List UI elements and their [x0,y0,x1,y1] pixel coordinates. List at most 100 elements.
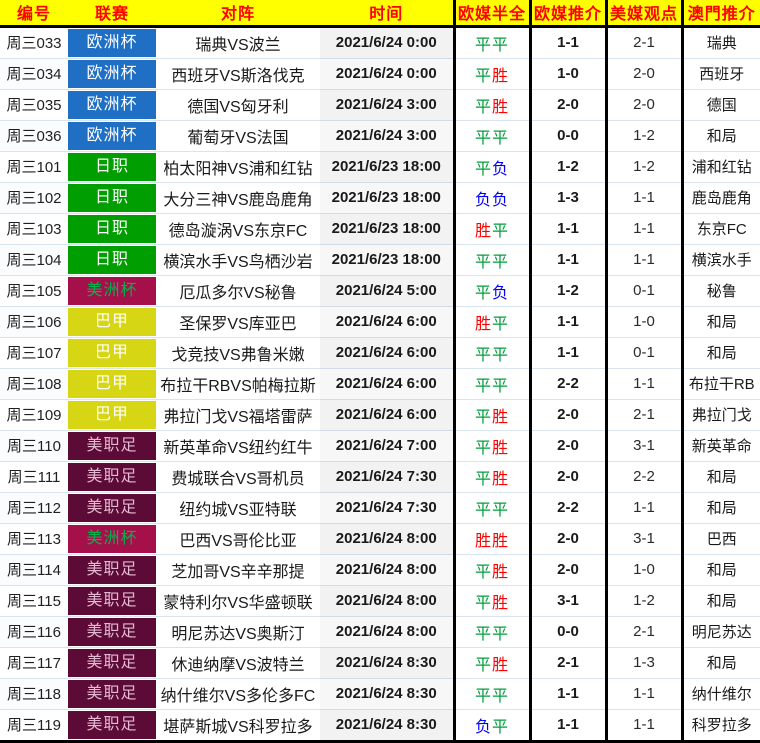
column-header-time[interactable]: 时间 [320,0,454,28]
cell-eu-halftime-fulltime: 平胜 [452,647,530,679]
cell-us-view: 1-2 [604,585,682,617]
result-token: 平 [492,377,510,395]
cell-macau-tip: 和局 [680,492,760,524]
cell-match: 葡萄牙VS法国 [156,120,320,152]
cell-league[interactable]: 巴甲 [68,337,156,369]
cell-league[interactable]: 欧洲杯 [68,120,156,152]
table-body: 周三033 欧洲杯 瑞典VS波兰 2021/6/24 0:00 平平 1-1 2-1 瑞典 周三… [0,26,760,743]
table-row[interactable]: 周三118 美职足 纳什维尔VS多伦多FC 2021/6/24 8:30 平平 1-1 1-… [0,678,760,710]
cell-league[interactable]: 美职足 [68,678,156,710]
column-header-eu-tip[interactable]: 欧媒推介 [528,0,606,28]
cell-league[interactable]: 美职足 [68,430,156,462]
table-row[interactable]: 周三103 日职 德岛漩涡VS东京FC 2021/6/23 18:00 胜平 1-1 1-1… [0,213,760,245]
cell-league[interactable]: 巴甲 [68,306,156,338]
table-row[interactable]: 周三034 欧洲杯 西班牙VS斯洛伐克 2021/6/24 0:00 平胜 1-0 2-0 西… [0,58,760,90]
table-row[interactable]: 周三109 巴甲 弗拉门戈VS福塔雷萨 2021/6/24 6:00 平胜 2-0 2-1 弗… [0,399,760,431]
cell-time: 2021/6/23 18:00 [320,213,454,245]
cell-macau-tip: 和局 [680,306,760,338]
cell-match: 新英革命VS纽约红牛 [156,430,320,462]
table-row[interactable]: 周三101 日职 柏太阳神VS浦和红钻 2021/6/23 18:00 平负 1-2 1-2… [0,151,760,183]
column-header-eu-halftime-fulltime[interactable]: 欧媒半全 [452,0,530,28]
cell-league[interactable]: 美职足 [68,585,156,617]
cell-league[interactable]: 欧洲杯 [68,58,156,90]
cell-eu-tip: 2-1 [528,647,606,679]
table-row[interactable]: 周三119 美职足 堪萨斯城VS科罗拉多 2021/6/24 8:30 负平 1-1 1-1… [0,709,760,743]
table-row[interactable]: 周三117 美职足 休迪纳摩VS波特兰 2021/6/24 8:30 平胜 2-1 1-3 和… [0,647,760,679]
cell-macau-tip: 和局 [680,120,760,152]
cell-eu-halftime-fulltime: 平负 [452,151,530,183]
column-header-macau-tip[interactable]: 澳門推介 [680,0,760,28]
cell-league[interactable]: 美职足 [68,492,156,524]
cell-eu-halftime-fulltime: 平平 [452,26,530,59]
table-row[interactable]: 周三035 欧洲杯 德国VS匈牙利 2021/6/24 3:00 平胜 2-0 2-0 德国 [0,89,760,121]
cell-league[interactable]: 欧洲杯 [68,26,156,59]
table-row[interactable]: 周三105 美洲杯 厄瓜多尔VS秘鲁 2021/6/24 5:00 平负 1-2 0-1 秘鲁 [0,275,760,307]
column-header-id[interactable]: 编号 [0,0,68,28]
cell-league[interactable]: 美职足 [68,554,156,586]
cell-match: 圣保罗VS库亚巴 [156,306,320,338]
cell-macau-tip: 和局 [680,585,760,617]
cell-us-view: 1-1 [604,244,682,276]
cell-macau-tip: 明尼苏达 [680,616,760,648]
cell-eu-halftime-fulltime: 胜平 [452,213,530,245]
cell-league[interactable]: 美洲杯 [68,523,156,555]
cell-id: 周三107 [0,337,68,369]
cell-match: 堪萨斯城VS科罗拉多 [156,709,320,743]
cell-time: 2021/6/24 8:00 [320,585,454,617]
table-row[interactable]: 周三033 欧洲杯 瑞典VS波兰 2021/6/24 0:00 平平 1-1 2-1 瑞典 [0,26,760,59]
table-row[interactable]: 周三113 美洲杯 巴西VS哥伦比亚 2021/6/24 8:00 胜胜 2-0 3-1 巴西 [0,523,760,555]
cell-id: 周三118 [0,678,68,710]
cell-match: 芝加哥VS辛辛那提 [156,554,320,586]
table-row[interactable]: 周三112 美职足 纽约城VS亚特联 2021/6/24 7:30 平平 2-2 1-1 和局 [0,492,760,524]
column-header-us-view[interactable]: 美媒观点 [604,0,682,28]
league-badge: 美职足 [68,617,156,646]
cell-league[interactable]: 日职 [68,244,156,276]
result-token: 胜 [474,222,492,240]
cell-macau-tip: 西班牙 [680,58,760,90]
cell-macau-tip: 纳什维尔 [680,678,760,710]
cell-league[interactable]: 美洲杯 [68,275,156,307]
cell-league[interactable]: 美职足 [68,709,156,743]
cell-eu-tip: 1-1 [528,213,606,245]
cell-league[interactable]: 日职 [68,151,156,183]
cell-league[interactable]: 日职 [68,182,156,214]
cell-time: 2021/6/24 6:00 [320,306,454,338]
table-row[interactable]: 周三036 欧洲杯 葡萄牙VS法国 2021/6/24 3:00 平平 0-0 1-2 和局 [0,120,760,152]
cell-macau-tip: 和局 [680,647,760,679]
table-row[interactable]: 周三114 美职足 芝加哥VS辛辛那提 2021/6/24 8:00 平胜 2-0 1-0 和… [0,554,760,586]
table-row[interactable]: 周三106 巴甲 圣保罗VS库亚巴 2021/6/24 6:00 胜平 1-1 1-0 和局 [0,306,760,338]
cell-league[interactable]: 美职足 [68,616,156,648]
cell-eu-halftime-fulltime: 平胜 [452,399,530,431]
table-row[interactable]: 周三111 美职足 费城联合VS哥机员 2021/6/24 7:30 平胜 2-0 2-2 和… [0,461,760,493]
table-row[interactable]: 周三104 日职 横滨水手VS鸟栖沙岩 2021/6/23 18:00 平平 1-1 1-1… [0,244,760,276]
cell-eu-halftime-fulltime: 平平 [452,492,530,524]
cell-match: 明尼苏达VS奥斯汀 [156,616,320,648]
cell-league[interactable]: 巴甲 [68,399,156,431]
column-header-match[interactable]: 对阵 [156,0,320,28]
table-row[interactable]: 周三116 美职足 明尼苏达VS奥斯汀 2021/6/24 8:00 平平 0-0 2-1 明… [0,616,760,648]
cell-us-view: 1-1 [604,213,682,245]
cell-eu-halftime-fulltime: 平平 [452,678,530,710]
table-row[interactable]: 周三102 日职 大分三神VS鹿岛鹿角 2021/6/23 18:00 负负 1-3 1-1… [0,182,760,214]
cell-league[interactable]: 日职 [68,213,156,245]
league-badge: 巴甲 [68,400,156,429]
result-token: 平 [474,563,492,581]
table-row[interactable]: 周三108 巴甲 布拉干RBVS帕梅拉斯 2021/6/24 6:00 平平 2-2 1-1… [0,368,760,400]
cell-macau-tip: 和局 [680,554,760,586]
cell-league[interactable]: 美职足 [68,461,156,493]
table-row[interactable]: 周三110 美职足 新英革命VS纽约红牛 2021/6/24 7:00 平胜 2-0 3-1… [0,430,760,462]
league-badge: 日职 [68,214,156,243]
cell-us-view: 1-3 [604,647,682,679]
result-token: 平 [474,408,492,426]
cell-league[interactable]: 巴甲 [68,368,156,400]
cell-time: 2021/6/23 18:00 [320,182,454,214]
table-row[interactable]: 周三115 美职足 蒙特利尔VS华盛顿联 2021/6/24 8:00 平胜 3-1 1-2… [0,585,760,617]
cell-league[interactable]: 欧洲杯 [68,89,156,121]
cell-match: 巴西VS哥伦比亚 [156,523,320,555]
cell-eu-halftime-fulltime: 平平 [452,616,530,648]
column-header-league[interactable]: 联赛 [68,0,156,28]
table-header: 编号 联赛 对阵 时间 欧媒半全 欧媒推介 美媒观点 澳門推介 [0,0,760,28]
cell-league[interactable]: 美职足 [68,647,156,679]
cell-match: 西班牙VS斯洛伐克 [156,58,320,90]
table-row[interactable]: 周三107 巴甲 戈竞技VS弗鲁米嫩 2021/6/24 6:00 平平 1-1 0-1 和局 [0,337,760,369]
